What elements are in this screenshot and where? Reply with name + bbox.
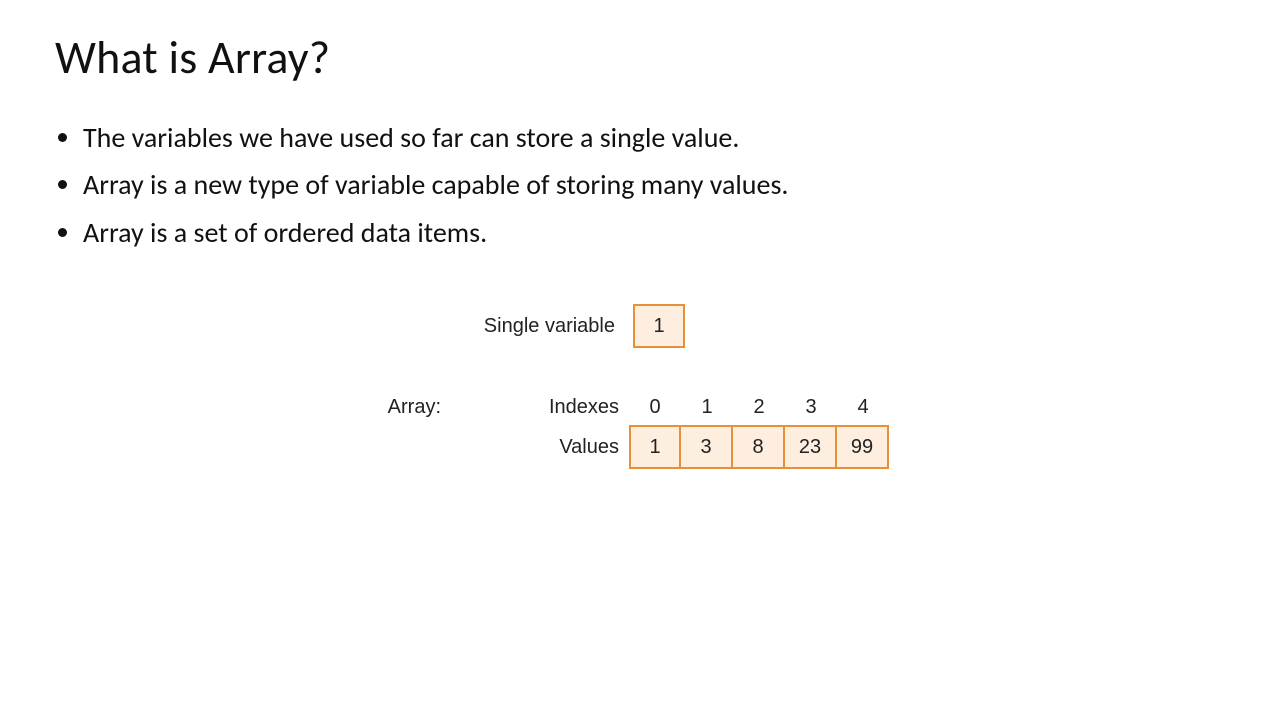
bullet-item: The variables we have used so far can st… [83,116,1225,159]
index-cell: 4 [837,396,889,419]
value-cell: 3 [681,425,733,469]
array-diagram: Single variable 1 Array: Indexes 0 1 2 3… [345,304,985,469]
index-cells: 0 1 2 3 4 [629,396,889,419]
index-cell: 0 [629,396,681,419]
value-cell: 99 [837,425,889,469]
slide-title: What is Array? [55,30,1225,86]
single-variable-row: Single variable 1 [345,304,985,348]
index-cell: 2 [733,396,785,419]
bullet-item: Array is a set of ordered data items. [83,211,1225,254]
array-label: Array: [345,396,459,419]
index-cell: 3 [785,396,837,419]
slide: What is Array? The variables we have use… [0,0,1280,505]
single-variable-box: 1 [633,304,685,348]
value-cell: 23 [785,425,837,469]
single-variable-label: Single variable [345,315,633,338]
values-row: Values 1 3 8 23 99 [345,425,985,469]
value-cell: 1 [629,425,681,469]
indexes-label: Indexes [459,396,629,419]
value-cells: 1 3 8 23 99 [629,425,889,469]
bullet-list: The variables we have used so far can st… [55,116,1225,254]
bullet-item: Array is a new type of variable capable … [83,163,1225,206]
indexes-row: Array: Indexes 0 1 2 3 4 [345,396,985,419]
index-cell: 1 [681,396,733,419]
value-cell: 8 [733,425,785,469]
values-label: Values [459,436,629,459]
